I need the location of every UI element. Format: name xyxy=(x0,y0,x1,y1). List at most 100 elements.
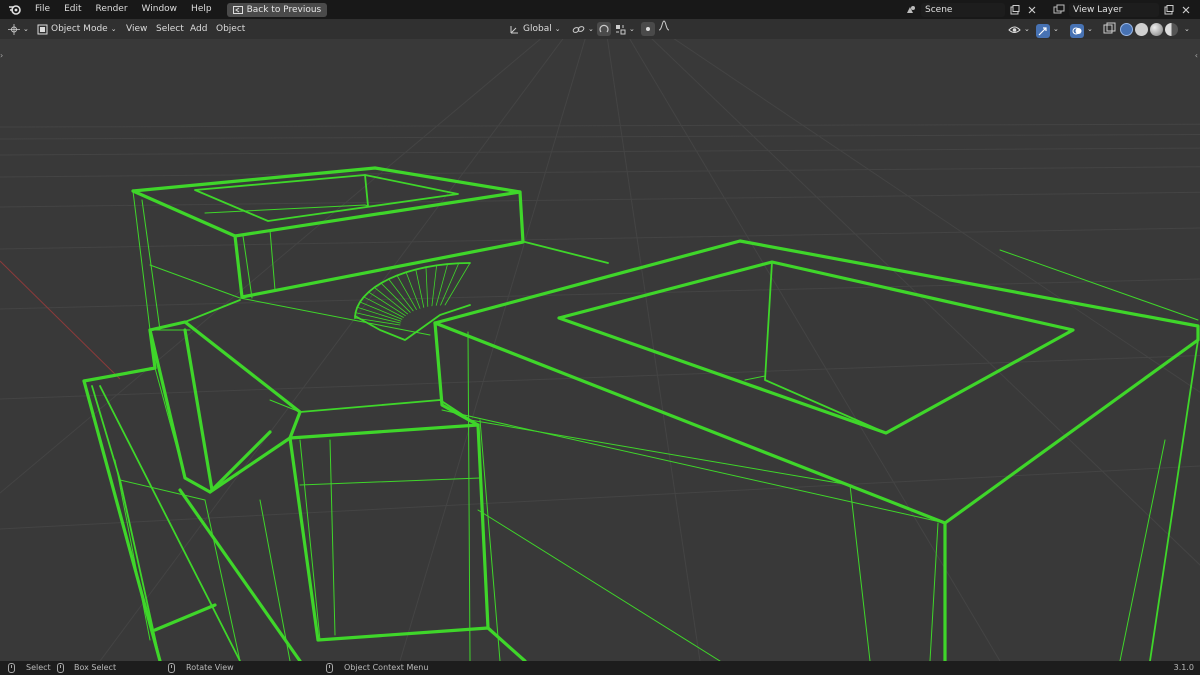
status-rotate-view: Rotate View xyxy=(168,661,234,675)
mesh-edge xyxy=(329,439,336,636)
view-layer-icon[interactable] xyxy=(1052,3,1066,17)
xray-icon xyxy=(1103,22,1116,34)
wireframe-mesh[interactable] xyxy=(82,166,1200,661)
mesh-edge xyxy=(435,263,448,306)
eye-icon xyxy=(1008,26,1021,33)
overlays-dropdown[interactable]: ⌄ xyxy=(1070,19,1093,39)
grid-line xyxy=(0,191,1200,208)
blender-logo-icon[interactable] xyxy=(0,0,28,19)
mode-label: Object Mode xyxy=(51,24,108,34)
editor-type-icon xyxy=(8,23,20,35)
editor-type-dropdown[interactable]: ⌄ xyxy=(8,19,29,39)
solid-shading-icon[interactable] xyxy=(1135,22,1148,36)
gizmo-dropdown[interactable]: ⌄ xyxy=(1036,19,1059,39)
snap-icon xyxy=(599,24,609,33)
grid-line xyxy=(0,166,1200,178)
rendered-shading-icon[interactable] xyxy=(1165,22,1178,36)
grid-line xyxy=(629,39,1001,661)
view-layer-value: View Layer xyxy=(1073,4,1123,15)
scene-field[interactable]: Scene xyxy=(921,2,1005,17)
grid-line xyxy=(0,227,1200,250)
header-menu-select[interactable]: Select xyxy=(156,19,184,39)
mesh-edge xyxy=(477,509,721,661)
mode-dropdown[interactable]: Object Mode ⌄ xyxy=(37,19,117,39)
mesh-edge xyxy=(154,367,186,479)
proportional-editing-toggle[interactable] xyxy=(641,22,655,36)
sidebar-expand-arrow[interactable]: ‹ xyxy=(1195,51,1198,60)
mesh-edge xyxy=(415,269,425,308)
mesh-edge xyxy=(82,328,157,383)
version-label: 3.1.0 xyxy=(1173,663,1194,672)
mesh-edge xyxy=(242,235,253,299)
mesh-edge xyxy=(425,266,429,307)
orientation-icon xyxy=(510,25,518,33)
grid-line xyxy=(0,134,1200,140)
falloff-dropdown[interactable] xyxy=(658,19,670,39)
wireframe-shading-icon[interactable] xyxy=(1120,22,1133,36)
mesh-edge xyxy=(444,262,471,306)
mouse-drag-icon xyxy=(57,663,64,673)
grid-line xyxy=(0,465,1200,530)
menu-window[interactable]: Window xyxy=(135,0,185,19)
toolbar-expand-arrow[interactable]: › xyxy=(0,51,3,60)
mesh-edge xyxy=(208,430,272,494)
status-version: 3.1.0 xyxy=(1174,661,1194,675)
snap-increment-icon xyxy=(616,24,626,34)
new-scene-icon[interactable] xyxy=(1008,3,1022,17)
mesh-edge xyxy=(131,166,525,299)
3d-viewport[interactable]: › ‹ xyxy=(0,39,1200,661)
right-mouse-icon xyxy=(326,663,333,673)
new-view-layer-icon[interactable] xyxy=(1162,3,1176,17)
x-axis-line xyxy=(0,260,121,380)
viewport-canvas[interactable] xyxy=(0,39,1200,661)
mesh-edge xyxy=(149,264,431,336)
scene-selector: Scene xyxy=(904,2,1039,17)
header-menu-add[interactable]: Add xyxy=(190,19,207,39)
status-rotate-label: Rotate View xyxy=(186,663,234,672)
snap-toggle[interactable] xyxy=(597,22,611,36)
mesh-edge xyxy=(204,204,369,214)
gizmo-icon xyxy=(1036,23,1050,38)
scene-value: Scene xyxy=(925,4,953,15)
viewport-header: ⌄ Object Mode ⌄ View Select Add Object G… xyxy=(0,19,1200,39)
mesh-edge xyxy=(114,459,151,641)
mesh-edge xyxy=(259,499,291,661)
menu-edit[interactable]: Edit xyxy=(57,0,88,19)
status-select: Select xyxy=(8,661,51,675)
scene-icon[interactable] xyxy=(904,3,918,17)
mesh-edge xyxy=(1149,339,1199,661)
mesh-edge xyxy=(524,241,609,264)
view-layer-field[interactable]: View Layer xyxy=(1069,2,1159,17)
back-to-previous-button[interactable]: Back to Previous xyxy=(226,2,328,17)
transform-orientation-dropdown[interactable]: Global ⌄ xyxy=(509,19,561,39)
mesh-edge xyxy=(99,385,241,661)
mesh-edge xyxy=(368,291,406,316)
menu-render[interactable]: Render xyxy=(89,0,135,19)
material-shading-icon[interactable] xyxy=(1150,22,1163,36)
mesh-edge xyxy=(388,278,414,312)
middle-mouse-icon xyxy=(168,663,175,673)
mesh-edge xyxy=(183,328,214,492)
shading-options-dropdown[interactable]: ⌄ xyxy=(1184,19,1190,39)
back-icon xyxy=(232,5,243,14)
mesh-edge xyxy=(929,522,939,661)
menu-file[interactable]: File xyxy=(28,0,57,19)
mesh-edge xyxy=(467,331,471,661)
pivot-point-dropdown[interactable]: ⌄ xyxy=(572,19,594,39)
grid-line xyxy=(673,39,1200,393)
shading-modes xyxy=(1120,22,1178,36)
mesh-edge xyxy=(999,249,1199,321)
mesh-edge xyxy=(744,375,766,381)
remove-scene-icon[interactable] xyxy=(1025,3,1039,17)
left-mouse-icon xyxy=(8,663,15,673)
remove-view-layer-icon[interactable] xyxy=(1179,3,1193,17)
menu-help[interactable]: Help xyxy=(184,0,219,19)
mesh-edge xyxy=(433,239,1200,525)
visibility-dropdown[interactable]: ⌄ xyxy=(1008,19,1030,39)
mesh-edge xyxy=(233,190,522,238)
header-menu-view[interactable]: View xyxy=(126,19,147,39)
snap-target-dropdown[interactable]: ⌄ xyxy=(615,19,635,39)
header-menu-object[interactable]: Object xyxy=(216,19,245,39)
status-select-label: Select xyxy=(26,663,51,672)
falloff-curve-icon xyxy=(658,20,670,31)
